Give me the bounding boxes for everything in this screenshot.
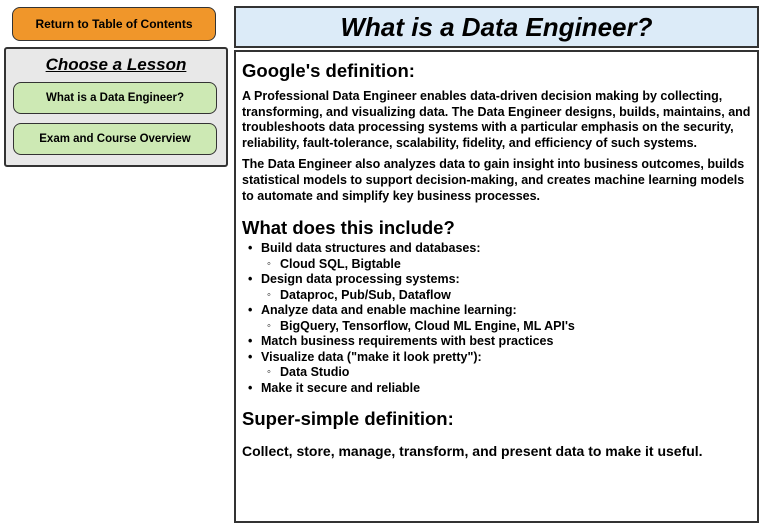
section-heading-includes: What does this include? — [242, 217, 455, 239]
sub-list-item: BigQuery, Tensorflow, Cloud ML Engine, M… — [267, 319, 751, 335]
list-item: Match business requirements with best pr… — [248, 334, 751, 350]
page-title: What is a Data Engineer? — [234, 6, 759, 48]
simple-definition-text: Collect, store, manage, transform, and p… — [242, 443, 703, 460]
includes-list: Build data structures and databases: Clo… — [242, 241, 751, 396]
paragraph-analysis: The Data Engineer also analyzes data to … — [242, 157, 745, 203]
return-to-toc-button[interactable]: Return to Table of Contents — [12, 7, 216, 41]
list-item: Design data processing systems: Dataproc… — [248, 272, 751, 303]
sub-list-item: Dataproc, Pub/Sub, Dataflow — [267, 288, 751, 304]
section-heading-simple-definition: Super-simple definition: — [242, 408, 454, 430]
lesson-heading: Choose a Lesson — [45, 55, 187, 74]
list-item: Analyze data and enable machine learning… — [248, 303, 751, 334]
lesson-button-exam-overview[interactable]: Exam and Course Overview — [13, 123, 217, 155]
list-item: Make it secure and reliable — [248, 381, 751, 397]
list-item: Build data structures and databases: Clo… — [248, 241, 751, 272]
list-item: Visualize data ("make it look pretty"): … — [248, 350, 751, 381]
lesson-panel: Choose a Lesson What is a Data Engineer?… — [4, 47, 228, 167]
paragraph-definition: A Professional Data Engineer enables dat… — [242, 89, 751, 150]
sub-list-item: Cloud SQL, Bigtable — [267, 257, 751, 273]
lesson-button-data-engineer[interactable]: What is a Data Engineer? — [13, 82, 217, 114]
content-panel: Google's definition: A Professional Data… — [234, 50, 759, 523]
section-heading-google-definition: Google's definition: — [242, 60, 415, 81]
sub-list-item: Data Studio — [267, 365, 751, 381]
